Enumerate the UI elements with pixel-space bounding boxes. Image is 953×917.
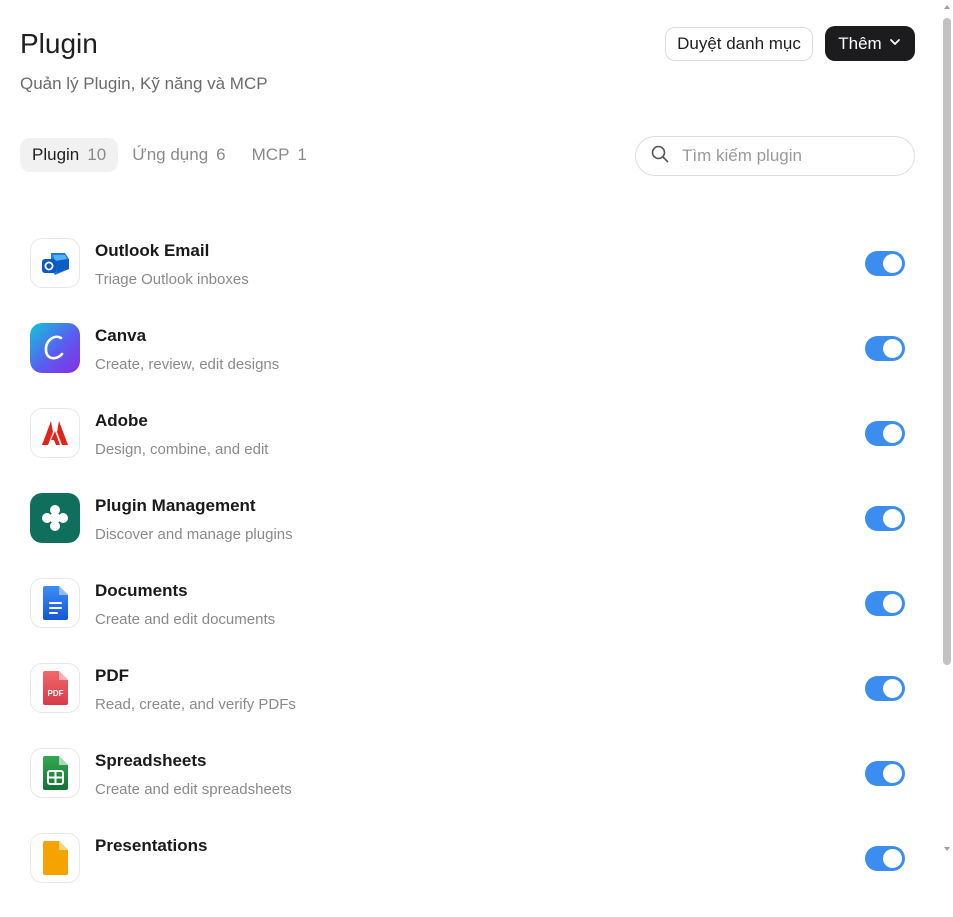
plugin-name: Documents [95,581,188,600]
pdf-icon-text: PDF [48,689,64,698]
spreadsheets-icon [30,748,80,798]
tab-count: 6 [216,145,226,164]
plugin-name: PDF [95,666,129,685]
list-item: Documents Create and edit documents [30,577,910,662]
more-button[interactable]: Thêm [825,26,915,61]
plugin-toggle[interactable] [865,336,905,361]
list-item: PDF PDF Read, create, and verify PDFs [30,662,910,747]
pdf-icon: PDF [30,663,80,713]
plugin-description: Discover and manage plugins [95,526,293,543]
page-subtitle: Quản lý Plugin, Kỹ năng và MCP [20,74,268,93]
plugin-description: Create, review, edit designs [95,356,280,373]
documents-icon [30,578,80,628]
tab-count: 10 [87,145,107,164]
toggle-knob [883,509,902,528]
toggle-knob [883,424,902,443]
plugin-toggle[interactable] [865,846,905,871]
toggle-knob [883,254,902,273]
canva-icon [30,323,80,373]
plugin-name: Spreadsheets [95,751,207,770]
tab-plugin[interactable]: Plugin 10 [20,138,119,172]
list-item: Plugin Management Discover and manage pl… [30,492,910,577]
scrollbar[interactable] [941,0,953,855]
plugin-toggle[interactable] [865,591,905,616]
list-item: Presentations [30,832,910,917]
tab-label: Plugin [32,145,80,164]
toggle-knob [883,594,902,613]
tab-label: MCP [251,145,290,164]
plugin-toggle[interactable] [865,676,905,701]
search-box [635,136,915,176]
plugin-toggle[interactable] [865,251,905,276]
list-item: Outlook Email Triage Outlook inboxes [30,237,910,322]
scrollbar-thumb[interactable] [943,18,951,665]
plugin-name: Adobe [95,411,148,430]
plugin-name: Presentations [95,836,208,855]
tab-apps[interactable]: Ứng dụng 6 [120,138,237,172]
search-input[interactable] [680,145,894,167]
list-item: Adobe Design, combine, and edit [30,407,910,492]
tab-mcp[interactable]: MCP 1 [240,138,319,172]
plugin-name: Canva [95,326,147,345]
plugin-list: Outlook Email Triage Outlook inboxes Can… [30,237,910,917]
toggle-knob [883,764,902,783]
plugin-description: Create and edit documents [95,611,276,628]
scroll-up-arrow-icon[interactable] [944,5,950,9]
list-item: Spreadsheets Create and edit spreadsheet… [30,747,910,832]
plugin-description: Create and edit spreadsheets [95,781,292,798]
adobe-icon [30,408,80,458]
tab-bar: Plugin 10 Ứng dụng 6 MCP 1 [20,138,319,172]
toggle-knob [883,679,902,698]
browse-catalog-button[interactable]: Duyệt danh mục [665,27,813,61]
plugin-description: Design, combine, and edit [95,441,269,458]
toggle-knob [883,849,902,868]
plugin-description: Read, create, and verify PDFs [95,696,296,713]
chevron-down-icon [888,34,902,54]
plugin-name: Outlook Email [95,241,210,260]
tab-label: Ứng dụng [132,145,209,164]
outlook-icon [30,238,80,288]
page-title: Plugin [20,28,98,59]
plugin-toggle[interactable] [865,421,905,446]
tab-count: 1 [297,145,307,164]
plugin-toggle[interactable] [865,761,905,786]
plugin-name: Plugin Management [95,496,256,515]
search-icon [650,144,670,169]
toggle-knob [883,339,902,358]
plugin-management-icon [30,493,80,543]
presentations-icon [30,833,80,883]
plugin-toggle[interactable] [865,506,905,531]
plugin-description: Triage Outlook inboxes [95,271,249,288]
scroll-down-arrow-icon[interactable] [944,847,950,851]
list-item: Canva Create, review, edit designs [30,322,910,407]
more-button-label: Thêm [838,33,882,53]
